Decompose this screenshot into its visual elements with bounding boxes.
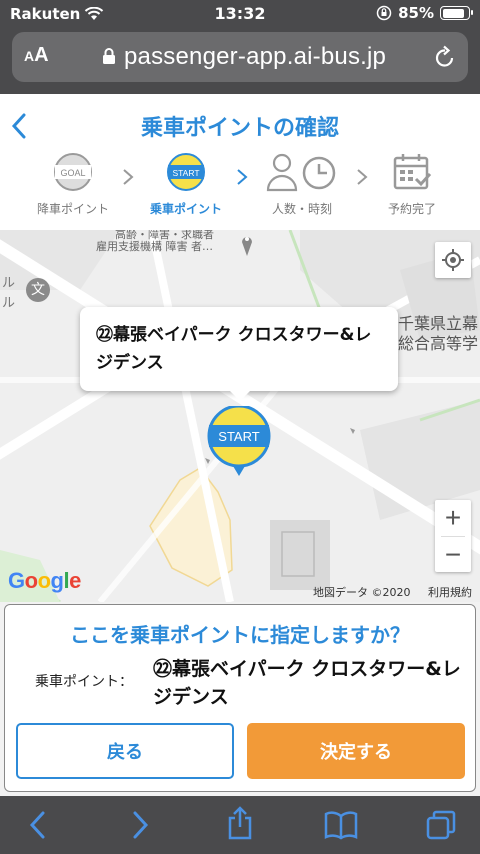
- my-location-button[interactable]: [435, 242, 471, 278]
- map-pin-icon: [242, 237, 252, 256]
- browser-toolbar: [0, 796, 480, 854]
- share-icon[interactable]: [226, 806, 254, 840]
- address-bar[interactable]: AA passenger-app.ai-bus.jp: [12, 32, 468, 82]
- step-label-dropoff: 降車ポイント: [36, 202, 109, 216]
- battery-percent: 85%: [398, 4, 434, 22]
- orientation-lock-icon: [376, 5, 392, 21]
- pin-label: START: [218, 429, 259, 444]
- person-clock-icon: [266, 153, 336, 192]
- zoom-out-button[interactable]: −: [435, 537, 471, 573]
- tabs-icon[interactable]: [426, 810, 456, 840]
- step-complete: 予約完了: [357, 152, 467, 217]
- app-header: 乗車ポイントの確認 GOAL 降車ポイント START 乗車ポイント 人数・時刻…: [0, 94, 480, 230]
- terms-link[interactable]: 利用規約: [428, 586, 472, 599]
- calendar-check-icon: [393, 154, 432, 190]
- text-size-button[interactable]: AA: [24, 44, 49, 67]
- goal-badge-text: GOAL: [60, 168, 85, 178]
- zoom-control: + −: [435, 500, 471, 572]
- step-pickup: START 乗車ポイント: [131, 152, 241, 217]
- confirm-button[interactable]: 決定する: [247, 723, 465, 779]
- confirm-panel: ここを乗車ポイントに指定しますか？ 乗車ポイント： ㉒幕張ベイパーク クロスタワ…: [4, 604, 476, 792]
- pickup-point-value: ㉒幕張ベイパーク クロスタワー&レジデンス: [153, 658, 461, 708]
- map-label: ル: [2, 276, 16, 291]
- map[interactable]: 高齢・障害・求職者 雇用支援機構 障害 者… ル ル 文 千葉県立幕 総合高等学…: [0, 230, 480, 602]
- lock-icon: [103, 48, 115, 64]
- step-label-complete: 予約完了: [387, 202, 436, 216]
- map-label: ル: [2, 296, 16, 311]
- url-text: passenger-app.ai-bus.jp: [124, 43, 387, 70]
- back-button[interactable]: 戻る: [16, 723, 234, 779]
- back-icon[interactable]: [26, 810, 50, 840]
- goal-badge-icon: GOAL: [54, 153, 92, 191]
- reload-icon[interactable]: [434, 45, 456, 69]
- status-bar: Rakuten 13:32 85%: [0, 0, 480, 28]
- browser-bar: AA passenger-app.ai-bus.jp: [0, 28, 480, 94]
- crosshair-icon: [442, 249, 464, 271]
- start-pin-icon[interactable]: START: [207, 406, 271, 478]
- start-badge-text: START: [172, 168, 199, 178]
- pickup-point-label: 乗車ポイント：: [35, 674, 133, 690]
- confirm-question: ここを乗車ポイントに指定しますか？: [70, 623, 410, 647]
- map-label: 雇用支援機構 障害 者…: [96, 240, 213, 253]
- zoom-in-button[interactable]: +: [435, 500, 471, 536]
- location-popup: ㉒幕張ベイパーク クロスタワー&レジデンス: [80, 307, 398, 401]
- page-title: 乗車ポイントの確認: [140, 116, 339, 141]
- battery-icon: [440, 6, 473, 20]
- step-indicator: GOAL 降車ポイント START 乗車ポイント 人数・時刻 予約完了: [0, 152, 480, 222]
- school-icon: 文: [26, 278, 50, 302]
- step-people-time: 人数・時刻: [247, 152, 357, 217]
- forward-icon[interactable]: [128, 810, 152, 840]
- attribution-text: 地図データ ©2020: [313, 586, 411, 599]
- start-badge-icon: START: [167, 153, 205, 191]
- google-logo: Google: [8, 568, 81, 593]
- map-label: 総合高等学: [398, 334, 479, 353]
- step-label-people-time: 人数・時刻: [271, 202, 332, 216]
- step-label-pickup: 乗車ポイント: [149, 202, 222, 216]
- map-attribution: 地図データ ©2020 利用規約: [299, 584, 472, 600]
- bookmarks-icon[interactable]: [324, 810, 358, 840]
- step-dropoff: GOAL 降車ポイント: [18, 152, 128, 217]
